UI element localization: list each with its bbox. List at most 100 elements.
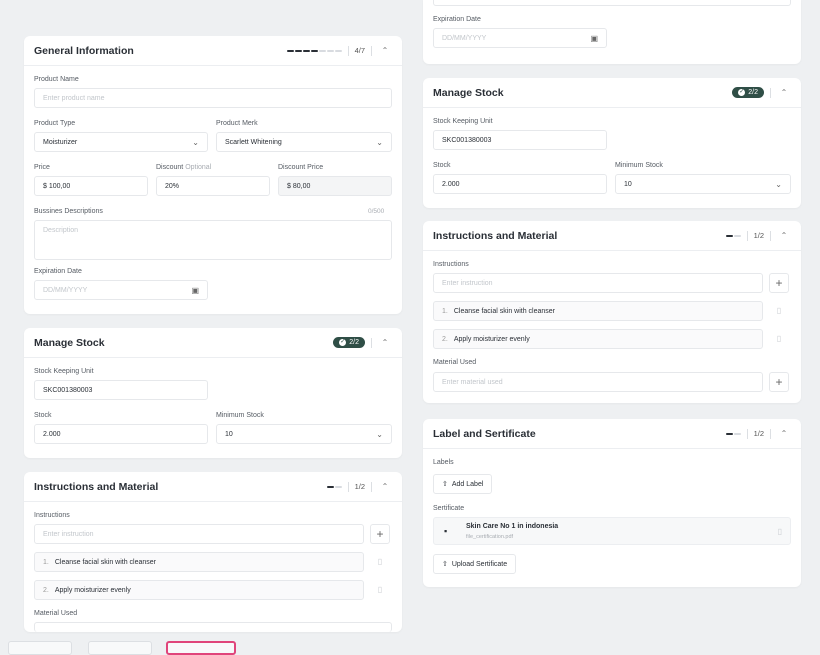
upload-sertificate-button[interactable]: ⇧ Upload Sertificate [433,554,517,574]
instructions-material-card: Instructions and Material 1/2 ⌃ Instruct… [423,221,801,403]
sertificate-label: Sertificate [433,505,465,512]
calendar-icon[interactable]: ▣ [590,34,598,43]
chevron-up-icon[interactable]: ⌃ [378,44,392,58]
material-used-label: Material Used [34,610,78,617]
section-title: Instructions and Material [34,480,159,493]
general-information-card: General Information 4/7 ⌃ Product Name E… [24,36,402,314]
certificate-file-item[interactable]: ▪ Skin Care No 1 in indonesia file_certi… [433,517,791,545]
divider [746,428,748,439]
instructions-material-header[interactable]: Instructions and Material 1/2 ⌃ [423,221,801,251]
section-title: Manage Stock [433,86,504,99]
discount-input[interactable]: 20% [156,176,270,196]
general-information-header[interactable]: General Information 4/7 ⌃ [24,36,402,66]
discount-price-field [433,0,791,6]
divider [347,481,349,492]
stock-input[interactable]: 2.000 [34,424,208,444]
list-item[interactable]: 1. Cleanse facial skin with cleanser [433,301,763,321]
list-item[interactable]: 1. Cleanse facial skin with cleanser [34,552,364,572]
complete-badge: ✓ 2/2 [732,87,764,98]
instruction-input[interactable]: Enter instruction [433,273,763,293]
minimum-stock-select[interactable]: 10 ⌄ [615,174,791,194]
sku-input[interactable]: SKC001380003 [433,130,607,150]
divider [347,45,349,56]
section-title: Manage Stock [34,336,105,349]
upload-icon: ⇧ [442,481,448,488]
page-thumbnail-3[interactable] [166,641,236,655]
trash-icon[interactable]: ▯ [774,333,784,344]
upload-icon: ⇧ [442,561,448,568]
expiration-date-label: Expiration Date [34,268,82,275]
manage-stock-header[interactable]: Manage Stock ✓ 2/2 ⌃ [24,328,402,358]
description-label: Bussines Descriptions [34,208,103,215]
trash-icon[interactable]: ▯ [375,556,385,567]
minimum-stock-label: Minimum Stock [615,162,663,169]
discount-price-label: Discount Price [278,164,324,171]
list-item[interactable]: 2. Apply moisturizer evenly [433,329,763,349]
trash-icon[interactable]: ▯ [774,305,784,316]
progress-count: 1/2 [753,429,764,438]
instructions-label: Instructions [433,261,469,268]
material-input[interactable] [34,622,392,632]
product-name-label: Product Name [34,76,79,83]
product-type-select[interactable]: Moisturizer ⌄ [34,132,208,152]
material-input[interactable]: Enter material used [433,372,763,392]
trash-icon[interactable]: ▯ [375,584,385,595]
section-title: Instructions and Material [433,229,558,242]
price-label: Price [34,164,50,171]
instruction-input[interactable]: Enter instruction [34,524,364,544]
description-counter: 0/500 [368,208,385,215]
product-name-input[interactable]: Enter product name [34,88,392,108]
manage-stock-header[interactable]: Manage Stock ✓ 2/2 ⌃ [423,78,801,108]
section-title: Label and Sertificate [433,427,536,440]
chevron-up-icon[interactable]: ⌃ [378,336,392,350]
divider [770,87,771,98]
check-icon: ✓ [339,339,347,346]
chevron-up-icon[interactable]: ⌃ [378,480,392,494]
add-instruction-button[interactable]: + [769,273,789,293]
page-thumbnail-2[interactable] [88,641,152,655]
general-information-card-partial: Expiration Date DD/MM/YYYY ▣ [423,0,801,64]
progress-bar [725,432,741,435]
minimum-stock-select[interactable]: 10 ⌄ [216,424,392,444]
chevron-up-icon[interactable]: ⌃ [777,229,791,243]
price-input[interactable]: $ 100,00 [34,176,148,196]
calendar-icon[interactable]: ▣ [191,286,199,295]
discount-price-field: $ 80,00 [278,176,392,196]
material-used-label: Material Used [433,359,477,366]
progress-bar [286,49,342,52]
manage-stock-card: Manage Stock ✓ 2/2 ⌃ Stock Keeping Unit S… [24,328,402,458]
add-label-button[interactable]: ⇧ Add Label [433,474,493,494]
chevron-down-icon: ⌄ [376,429,383,439]
plus-icon: + [775,276,783,290]
progress-bar [326,485,342,488]
add-instruction-button[interactable]: + [370,524,390,544]
list-item[interactable]: 2. Apply moisturizer evenly [34,580,364,600]
divider [371,337,372,348]
trash-icon[interactable]: ▯ [778,527,782,536]
instructions-material-card: Instructions and Material 1/2 ⌃ Instruct… [24,472,402,632]
divider [371,481,372,492]
chevron-down-icon: ⌄ [775,179,782,189]
sku-label: Stock Keeping Unit [34,368,94,375]
page-thumbnail-1[interactable] [8,641,72,655]
instructions-label: Instructions [34,512,70,519]
expiration-date-input[interactable]: DD/MM/YYYY ▣ [433,28,607,48]
file-icon: ▪ [444,526,448,536]
product-merk-label: Product Merk [216,120,258,127]
chevron-up-icon[interactable]: ⌃ [777,427,791,441]
complete-badge: ✓ 2/2 [333,337,365,348]
product-merk-select[interactable]: Scarlett Whitening ⌄ [216,132,392,152]
sku-input[interactable]: SKC001380003 [34,380,208,400]
progress-bar [725,234,741,237]
label-sertificate-header[interactable]: Label and Sertificate 1/2 ⌃ [423,419,801,449]
expiration-date-input[interactable]: DD/MM/YYYY ▣ [34,280,208,300]
plus-icon: + [775,375,783,389]
chevron-up-icon[interactable]: ⌃ [777,86,791,100]
instructions-material-header[interactable]: Instructions and Material 1/2 ⌃ [24,472,402,502]
stock-label: Stock [34,412,52,419]
progress-count: 4/7 [354,46,365,55]
stock-input[interactable]: 2.000 [433,174,607,194]
description-textarea[interactable]: Description [34,220,392,260]
chevron-down-icon: ⌄ [192,137,199,147]
add-material-button[interactable]: + [769,372,789,392]
